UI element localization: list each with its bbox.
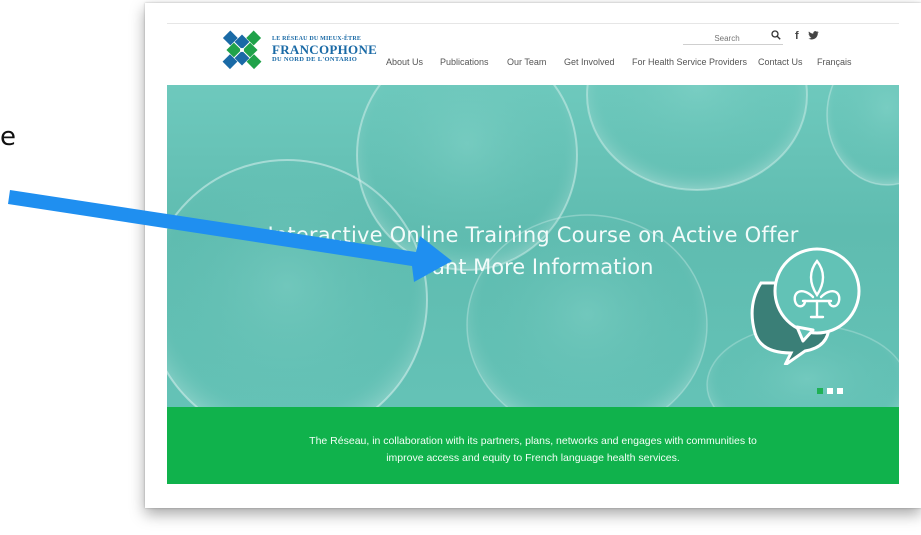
nav-about-us[interactable]: About Us	[386, 57, 423, 67]
search-box[interactable]	[683, 28, 783, 45]
slide-dot-1[interactable]	[817, 388, 823, 394]
slider-pagination	[817, 381, 847, 399]
logo-line-2: FRANCOPHONE	[272, 42, 378, 57]
search-input[interactable]	[687, 34, 767, 43]
nav-contact-us[interactable]: Contact Us	[758, 57, 803, 67]
twitter-icon[interactable]	[808, 30, 819, 41]
annotation-text: e	[0, 122, 16, 152]
nav-publications[interactable]: Publications	[440, 57, 489, 67]
speech-bubble-fleur-de-lis-icon	[750, 247, 861, 365]
nav-francais[interactable]: Français	[817, 57, 852, 67]
slide-dot-2[interactable]	[827, 388, 833, 394]
nav-health-service-providers[interactable]: For Health Service Providers	[632, 57, 747, 67]
mission-text-line-1: The Réseau, in collaboration with its pa…	[309, 435, 757, 447]
mission-text-line-2: improve access and equity to French lang…	[386, 452, 680, 464]
website-screenshot: LE RÉSEAU DU MIEUX-ÊTRE FRANCOPHONE DU N…	[145, 3, 921, 508]
facebook-icon[interactable]: f	[795, 30, 799, 42]
hero-slider[interactable]: Interactive Online Training Course on Ac…	[167, 85, 899, 407]
slide-dot-3[interactable]	[837, 388, 843, 394]
main-nav: About Us Publications Our Team Get Invol…	[145, 57, 921, 71]
nav-our-team[interactable]: Our Team	[507, 57, 546, 67]
header-divider	[167, 23, 899, 24]
nav-get-involved[interactable]: Get Involved	[564, 57, 615, 67]
mission-banner: The Réseau, in collaboration with its pa…	[167, 407, 899, 484]
search-icon[interactable]	[771, 30, 781, 40]
